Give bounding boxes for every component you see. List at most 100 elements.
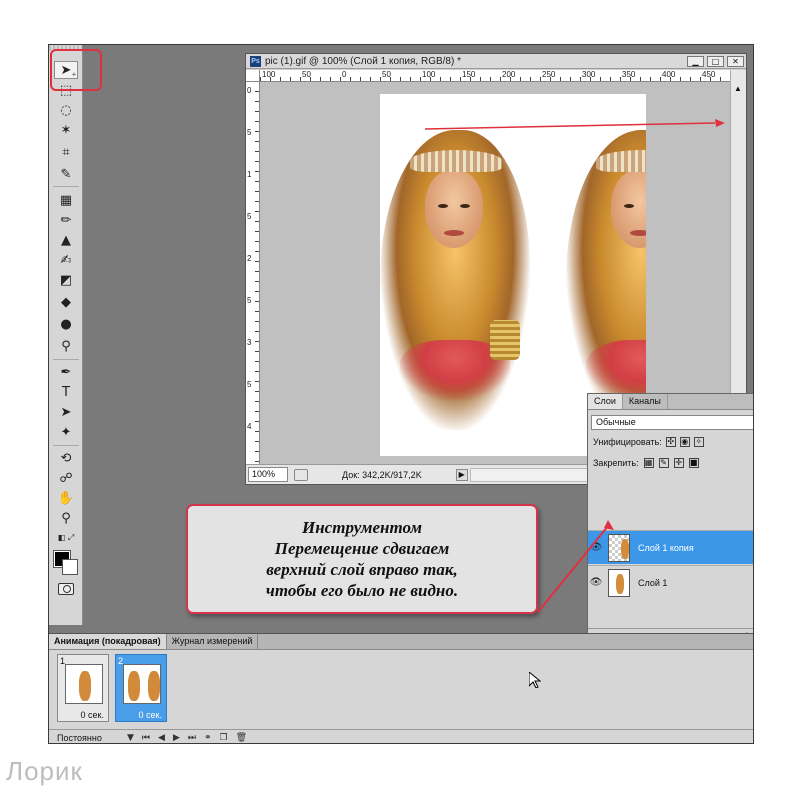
hand-tool-icon[interactable]: ✋ [54, 489, 78, 507]
ruler-tick-label: 2 [247, 254, 252, 263]
delete-frame-icon[interactable]: 🗑 [236, 733, 247, 743]
blur-tool-icon[interactable]: ● [54, 315, 78, 333]
pen-tool-icon[interactable]: ✒ [54, 363, 78, 381]
ruler-tick-label: 450 [702, 70, 716, 79]
eraser-tool-icon[interactable]: ◩ [54, 271, 78, 289]
dodge-tool-icon[interactable]: ⚲ [54, 337, 78, 355]
animation-frame[interactable]: 2 0 сек. [115, 654, 167, 722]
minimize-icon[interactable]: ▁ [687, 56, 704, 67]
portrait-image-left [380, 130, 530, 430]
unify-label: Унифицировать: [593, 437, 662, 447]
toolbox-divider [53, 445, 79, 446]
animation-panel: Анимация (покадровая) Журнал измерений 1… [49, 633, 753, 743]
3d-rotate-tool-icon[interactable]: ⟲ [54, 449, 78, 467]
frame-thumbnail [123, 664, 161, 704]
ruler-tick-label: 50 [382, 70, 391, 79]
unify-style-icon[interactable]: ✧ [693, 437, 704, 447]
zoom-field[interactable]: 100% [248, 467, 288, 482]
crop-tool-icon[interactable]: ⌗ [54, 143, 78, 161]
zoom-tool-icon[interactable]: ⚲ [54, 509, 78, 527]
ruler-tick-label: 3 [247, 338, 252, 347]
lock-all-icon[interactable]: ■ [688, 458, 699, 468]
frame-delay[interactable]: 0 сек. [139, 710, 162, 720]
eyedropper-tool-icon[interactable]: ✎ [54, 165, 78, 183]
swap-colors-icon[interactable]: ◧ ⤢ [54, 529, 78, 547]
brush-tool-icon[interactable]: ✏ [54, 211, 78, 229]
ruler-tick-label: 5 [247, 212, 252, 221]
previous-frame-icon[interactable]: ◀ [158, 733, 165, 743]
tab-layers[interactable]: Слои [588, 394, 623, 409]
watermark: Лорик [6, 756, 83, 786]
toolbox-divider [53, 359, 79, 360]
custom-shape-tool-icon[interactable]: ✦ [54, 423, 78, 441]
lock-position-icon[interactable]: ✛ [673, 458, 684, 468]
tab-channels[interactable]: Каналы [623, 394, 668, 409]
move-tool-highlight [50, 49, 102, 91]
callout-line: чтобы его было не видно. [265, 581, 459, 600]
layers-panel-tabs: Слои Каналы [588, 394, 753, 410]
ruler-tick-label: 100 [422, 70, 436, 79]
3d-orbit-tool-icon[interactable]: ☍ [54, 469, 78, 487]
lock-label: Закрепить: [593, 458, 639, 468]
ruler-tick-label: 400 [662, 70, 676, 79]
ruler-tick-label: 5 [247, 296, 252, 305]
path-selection-tool-icon[interactable]: ➤ [54, 403, 78, 421]
ruler-tick-label: 200 [502, 70, 516, 79]
direction-arrow [425, 119, 725, 130]
ruler-tick-label: 150 [462, 70, 476, 79]
ruler-tick-label: 4 [247, 422, 252, 431]
tab-measurement-log[interactable]: Журнал измерений [167, 634, 259, 649]
lasso-tool-icon[interactable]: ◌ [54, 101, 78, 119]
ps-app-icon: Ps [250, 55, 261, 67]
callout-arrow [537, 520, 614, 613]
maximize-icon[interactable]: □ [707, 56, 724, 67]
tab-animation[interactable]: Анимация (покадровая) [49, 634, 167, 649]
ruler-tick-label: 250 [542, 70, 556, 79]
animation-controls: Постоянно ▼ ⏮ ◀ ▶ ⏭ ⚭ ❐ 🗑 [49, 729, 753, 743]
ruler-tick-label: 0 [247, 86, 252, 95]
horizontal-ruler[interactable]: 100 50 0 50 100 150 200 250 300 350 400 450 [260, 70, 730, 82]
callout-line: Перемещение сдвигаем [274, 539, 450, 558]
unify-visibility-icon[interactable]: ◉ [679, 437, 690, 447]
next-frame-icon[interactable]: ⏭ [188, 733, 196, 743]
document-titlebar[interactable]: Ps pic (1).gif @ 100% (Слой 1 копия, RGB… [246, 54, 746, 69]
clone-stamp-tool-icon[interactable]: ▲ [54, 231, 78, 249]
ruler-tick-label: 5 [247, 380, 252, 389]
loop-select[interactable]: Постоянно [57, 733, 119, 743]
mouse-cursor-icon [529, 672, 541, 688]
scroll-up-icon[interactable]: ▲ [734, 84, 742, 93]
ruler-tick-label: 5 [247, 128, 252, 137]
callout-line: верхний слой вправо так, [266, 560, 458, 579]
first-frame-icon[interactable]: ⏮ [142, 733, 150, 743]
toolbox-divider [53, 186, 79, 187]
loop-dropdown-icon[interactable]: ▼ [127, 733, 134, 743]
tween-icon[interactable]: ⚭ [204, 733, 212, 743]
paint-bucket-tool-icon[interactable]: ◆ [54, 293, 78, 311]
ruler-tick-label: 350 [622, 70, 636, 79]
status-info-icon[interactable] [294, 468, 308, 481]
callout-text: Инструментом Перемещение сдвигаем верхни… [266, 517, 458, 601]
healing-brush-tool-icon[interactable]: ▦ [54, 191, 78, 209]
unify-row: Унифицировать: ✣ ◉ ✧ [593, 437, 704, 447]
play-icon[interactable]: ▶ [173, 733, 180, 743]
lock-transparency-icon[interactable]: ▦ [643, 458, 654, 468]
frame-delay[interactable]: 0 сек. [81, 710, 104, 720]
type-tool-icon[interactable]: T [54, 383, 78, 401]
animation-panel-tabs: Анимация (покадровая) Журнал измерений [49, 634, 753, 650]
lock-pixels-icon[interactable]: ✎ [658, 458, 669, 468]
ruler-tick-label: 300 [582, 70, 596, 79]
layer-name: Слой 1 [638, 577, 668, 588]
history-brush-tool-icon[interactable]: ✍ [54, 251, 78, 269]
animation-frame[interactable]: 1 0 сек. [57, 654, 109, 722]
blend-mode-select[interactable]: Обычные [591, 415, 753, 430]
document-size: Док: 342,2K/917,2K [342, 469, 422, 480]
vertical-ruler[interactable]: 0 5 1 5 2 5 3 5 4 [246, 82, 260, 464]
quick-mask-icon[interactable] [58, 583, 74, 595]
unify-position-icon[interactable]: ✣ [665, 437, 676, 447]
duplicate-frame-icon[interactable]: ❐ [220, 733, 228, 743]
close-icon[interactable]: ✕ [727, 56, 744, 67]
magic-wand-tool-icon[interactable]: ✶ [54, 121, 78, 139]
instruction-callout: Инструментом Перемещение сдвигаем верхни… [186, 504, 538, 614]
background-color-swatch[interactable] [62, 559, 78, 575]
status-menu-arrow-icon[interactable]: ▶ [455, 468, 468, 481]
